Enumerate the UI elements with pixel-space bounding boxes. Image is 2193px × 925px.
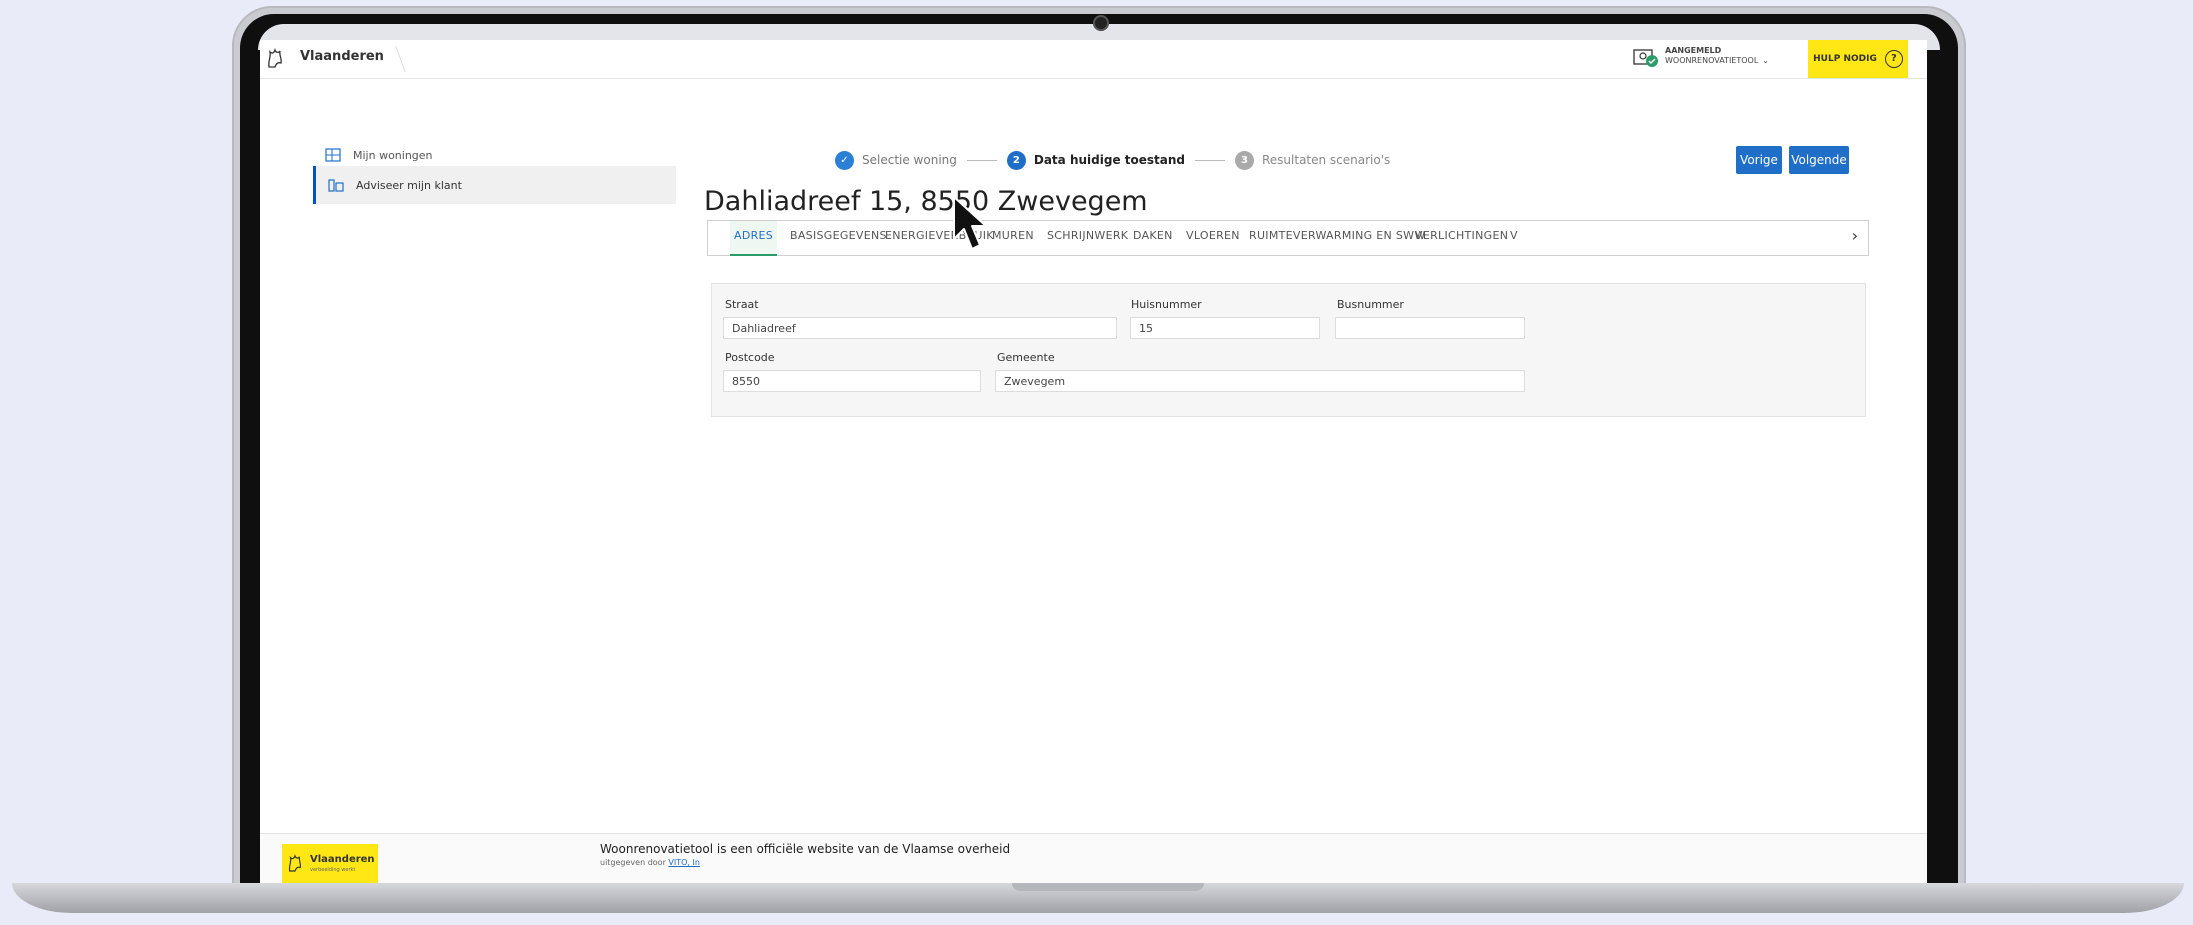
tab-schrijnwerk[interactable]: SCHRIJNWERK bbox=[1047, 221, 1128, 254]
tab-muren[interactable]: MUREN bbox=[992, 221, 1034, 254]
brand-separator bbox=[383, 46, 406, 72]
footer: Vlaanderen verbeelding werkt Woonrenovat… bbox=[260, 833, 1927, 883]
laptop-notch bbox=[1012, 883, 1204, 891]
tab-overflow[interactable]: V bbox=[1510, 221, 1518, 254]
brand-name[interactable]: Vlaanderen bbox=[300, 49, 384, 64]
tab-verlichtingen[interactable]: VERLICHTINGEN bbox=[1415, 221, 1508, 254]
postcode-input[interactable]: 8550 bbox=[723, 370, 981, 392]
help-button-label: HULP NODIG bbox=[1813, 54, 1877, 64]
busnummer-input[interactable] bbox=[1335, 317, 1525, 339]
footer-title: Woonrenovatietool is een officiële websi… bbox=[600, 842, 1011, 856]
straat-label: Straat bbox=[725, 298, 759, 311]
top-bar: Vlaanderen AANGEMELD WOONRENOVATIETOOL ⌄ … bbox=[260, 40, 1927, 79]
step-selectie-woning[interactable]: ✓ Selectie woning bbox=[835, 150, 957, 170]
postcode-label: Postcode bbox=[725, 351, 775, 364]
step-connector bbox=[966, 159, 997, 161]
advise-icon bbox=[328, 179, 344, 192]
step-label: Selectie woning bbox=[862, 153, 957, 167]
step-label: Data huidige toestand bbox=[1033, 153, 1185, 167]
sidebar-item-label: Adviseer mijn klant bbox=[356, 178, 462, 192]
progress-stepper: ✓ Selectie woning 2 Data huidige toestan… bbox=[835, 149, 1390, 171]
tab-vloeren[interactable]: VLOEREN bbox=[1186, 221, 1240, 254]
step-data-huidige-toestand[interactable]: 2 Data huidige toestand bbox=[1006, 150, 1185, 170]
help-icon: ? bbox=[1884, 50, 1903, 68]
sidebar-item-adviseer-mijn-klant[interactable]: Adviseer mijn klant bbox=[313, 166, 676, 204]
next-button[interactable]: Volgende bbox=[1789, 146, 1849, 174]
lion-logo-icon bbox=[288, 854, 302, 872]
login-app-line: WOONRENOVATIETOOL ⌄ bbox=[1665, 56, 1769, 66]
home-list-icon bbox=[325, 148, 341, 162]
step-number: 3 bbox=[1234, 150, 1254, 170]
step-connector bbox=[1194, 159, 1225, 161]
help-button[interactable]: HULP NODIG ? bbox=[1808, 40, 1908, 78]
straat-input[interactable]: Dahliadreef bbox=[723, 317, 1117, 339]
step-label: Resultaten scenario's bbox=[1261, 153, 1391, 167]
footer-sub-prefix: uitgegeven door bbox=[600, 858, 666, 867]
gemeente-input[interactable]: Zwevegem bbox=[995, 370, 1525, 392]
page-title: Dahliadreef 15, 8550 Zwevegem bbox=[704, 186, 1148, 217]
step-number: 2 bbox=[1006, 150, 1026, 170]
laptop-base bbox=[12, 883, 2184, 913]
footer-logo-tagline: verbeelding werkt bbox=[310, 867, 356, 873]
gemeente-label: Gemeente bbox=[997, 351, 1055, 364]
login-status-label: AANGEMELD bbox=[1665, 46, 1722, 55]
login-status[interactable]: AANGEMELD WOONRENOVATIETOOL ⌄ bbox=[1665, 46, 1769, 66]
webcam-icon bbox=[1093, 15, 1109, 31]
huisnummer-input[interactable]: 15 bbox=[1130, 317, 1320, 339]
busnummer-label: Busnummer bbox=[1337, 298, 1404, 311]
lion-logo-icon[interactable] bbox=[266, 47, 284, 69]
login-user-icon[interactable] bbox=[1633, 46, 1659, 68]
sidebar-item-label: Mijn woningen bbox=[353, 148, 433, 162]
step-resultaten-scenarios[interactable]: 3 Resultaten scenario's bbox=[1234, 150, 1391, 170]
chevron-right-icon[interactable]: › bbox=[1852, 226, 1858, 245]
check-icon: ✓ bbox=[835, 150, 854, 170]
tab-basisgegevens[interactable]: BASISGEGEVENS bbox=[790, 221, 887, 254]
previous-button[interactable]: Vorige bbox=[1736, 146, 1782, 174]
address-form: Straat Dahliadreef Huisnummer 15 Busnumm… bbox=[711, 283, 1866, 417]
footer-logo-name: Vlaanderen bbox=[310, 854, 375, 865]
footer-logo[interactable]: Vlaanderen verbeelding werkt bbox=[282, 844, 378, 883]
tab-ruimteverwarming-en-sww[interactable]: RUIMTEVERWARMING EN SWW bbox=[1249, 221, 1426, 254]
tab-bar: ADRES BASISGEGEVENS ENERGIEVERBRUIK MURE… bbox=[707, 220, 1869, 256]
vito-link[interactable]: VITO, In bbox=[668, 858, 700, 867]
chevron-down-icon: ⌄ bbox=[1762, 56, 1769, 65]
footer-subtitle: uitgegeven door VITO, In bbox=[600, 858, 700, 867]
mouse-cursor-icon bbox=[953, 196, 987, 250]
login-app-label: WOONRENOVATIETOOL bbox=[1665, 56, 1759, 65]
tab-adres[interactable]: ADRES bbox=[730, 221, 778, 256]
tab-daken[interactable]: DAKEN bbox=[1133, 221, 1173, 254]
huisnummer-label: Huisnummer bbox=[1131, 298, 1202, 311]
app-screen: Vlaanderen AANGEMELD WOONRENOVATIETOOL ⌄ … bbox=[260, 40, 1927, 883]
